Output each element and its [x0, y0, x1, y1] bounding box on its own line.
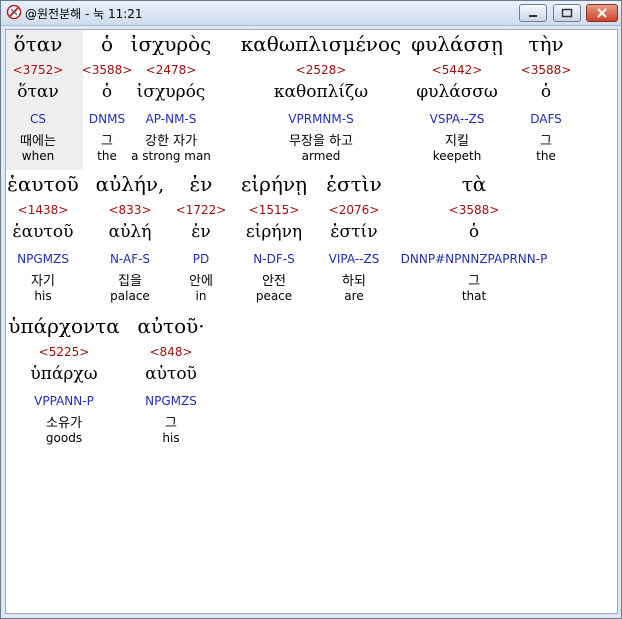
- greek-word[interactable]: ἑαυτοῦ: [7, 172, 79, 196]
- parsing-code: N-AF-S: [109, 252, 151, 266]
- close-button[interactable]: [586, 4, 618, 22]
- english-gloss: his: [34, 289, 52, 303]
- minimize-icon: [529, 15, 537, 17]
- greek-word[interactable]: φυλάσσῃ: [411, 32, 503, 56]
- parsing-code: N-DF-S: [253, 252, 295, 266]
- strong-number[interactable]: <2478>: [146, 63, 197, 77]
- parsing-code: VIPA--ZS: [328, 252, 380, 266]
- parsing-code: DNNP#NPNNZPAPRNN-P: [400, 252, 548, 266]
- strong-number[interactable]: <3752>: [13, 63, 64, 77]
- parsing-code: VPRMNM-S: [288, 112, 354, 126]
- english-gloss: goods: [45, 431, 83, 445]
- strong-number[interactable]: <1722>: [176, 203, 227, 217]
- korean-gloss: 무장을 하고: [289, 134, 353, 149]
- korean-gloss: 그: [101, 134, 113, 149]
- minimize-button[interactable]: [519, 4, 547, 22]
- lemma: ἐν: [191, 222, 211, 242]
- greek-word[interactable]: ὑπάρχοντα: [8, 314, 119, 338]
- app-window: @원전분해 - 눅 11:21 ὅταν <3752> ὅταν CS 때에는 when ὁ…: [0, 0, 622, 619]
- english-gloss: are: [344, 289, 364, 303]
- lemma: ὁ: [468, 222, 480, 242]
- greek-word[interactable]: ἐν: [190, 172, 213, 196]
- parsing-code: VSPA--ZS: [429, 112, 485, 126]
- strong-number[interactable]: <5442>: [432, 63, 483, 77]
- lemma: αὐλή: [108, 222, 152, 242]
- english-gloss: that: [461, 289, 487, 303]
- parsing-code: CS: [30, 112, 46, 126]
- english-gloss: a strong man: [131, 149, 211, 163]
- greek-word[interactable]: ἐστὶν: [326, 172, 381, 196]
- lemma: φυλάσσω: [416, 82, 498, 102]
- strong-number[interactable]: <833>: [108, 203, 151, 217]
- close-icon: [597, 8, 607, 18]
- english-gloss: his: [162, 431, 180, 445]
- greek-word[interactable]: καθωπλισμένος: [241, 32, 401, 56]
- korean-gloss: 때에는: [20, 134, 56, 149]
- window-title: @원전분해 - 눅 11:21: [25, 7, 143, 21]
- strong-number[interactable]: <3588>: [449, 203, 500, 217]
- english-gloss: when: [21, 149, 55, 163]
- korean-gloss: 집을: [118, 274, 142, 289]
- strong-number[interactable]: <5225>: [39, 345, 90, 359]
- korean-gloss: 그: [468, 274, 480, 289]
- parsing-code: NPGMZS: [17, 252, 69, 266]
- korean-gloss: 안전: [262, 274, 286, 289]
- lemma: αὑτοῦ: [145, 364, 197, 384]
- greek-word[interactable]: εἰρήνῃ: [241, 172, 307, 196]
- korean-gloss: 그: [540, 134, 552, 149]
- english-gloss: peace: [255, 289, 293, 303]
- korean-gloss: 소유가: [46, 416, 82, 431]
- greek-word[interactable]: τὴν: [528, 32, 563, 56]
- lemma: ἐστίν: [330, 222, 378, 242]
- lemma: ἑαυτοῦ: [12, 222, 74, 242]
- strong-number[interactable]: <1438>: [18, 203, 69, 217]
- greek-word[interactable]: τὰ: [462, 172, 487, 196]
- title-bar[interactable]: @원전분해 - 눅 11:21: [1, 1, 621, 26]
- english-gloss: palace: [110, 289, 150, 303]
- maximize-icon: [561, 8, 573, 18]
- interlinear-view[interactable]: ὅταν <3752> ὅταν CS 때에는 when ὁ <3588> ὁ DNMS 그 the ἰ…: [5, 29, 618, 614]
- english-gloss: keepeth: [432, 149, 482, 163]
- lemma: ὅταν: [17, 82, 59, 102]
- strong-number[interactable]: <1515>: [249, 203, 300, 217]
- greek-word[interactable]: αὐτοῦ·: [137, 314, 204, 338]
- parsing-code: AP-NM-S: [145, 112, 197, 126]
- strong-number[interactable]: <2076>: [329, 203, 380, 217]
- strong-number[interactable]: <848>: [149, 345, 192, 359]
- maximize-button[interactable]: [553, 4, 581, 22]
- lemma: ὑπάρχω: [30, 364, 98, 384]
- korean-gloss: 안에: [189, 274, 213, 289]
- lemma: ὁ: [540, 82, 552, 102]
- greek-word[interactable]: αὐλήν,: [96, 172, 165, 196]
- parsing-code: DNMS: [88, 112, 126, 126]
- lemma: καθοπλίζω: [273, 82, 369, 102]
- strong-number[interactable]: <2528>: [296, 63, 347, 77]
- greek-word[interactable]: ὅταν: [14, 32, 63, 56]
- parsing-code: VPPANN-P: [34, 394, 94, 408]
- korean-gloss: 자기: [31, 274, 55, 289]
- korean-gloss: 강한 자가: [145, 134, 197, 149]
- strong-number[interactable]: <3588>: [82, 63, 133, 77]
- english-gloss: in: [195, 289, 207, 303]
- lemma: ἰσχυρός: [136, 82, 206, 102]
- english-gloss: the: [97, 149, 117, 163]
- korean-gloss: 지킬: [445, 134, 469, 149]
- lemma: εἰρήνη: [245, 222, 303, 242]
- korean-gloss: 그: [165, 416, 177, 431]
- lemma: ὁ: [101, 82, 113, 102]
- greek-word[interactable]: ἰσχυρὸς: [131, 32, 212, 56]
- english-gloss: the: [536, 149, 556, 163]
- app-icon: [6, 4, 22, 20]
- english-gloss: armed: [301, 149, 341, 163]
- parsing-code: PD: [192, 252, 210, 266]
- korean-gloss: 하되: [342, 274, 366, 289]
- parsing-code: NPGMZS: [145, 394, 197, 408]
- strong-number[interactable]: <3588>: [521, 63, 572, 77]
- greek-word[interactable]: ὁ: [101, 32, 113, 56]
- parsing-code: DAFS: [530, 112, 562, 126]
